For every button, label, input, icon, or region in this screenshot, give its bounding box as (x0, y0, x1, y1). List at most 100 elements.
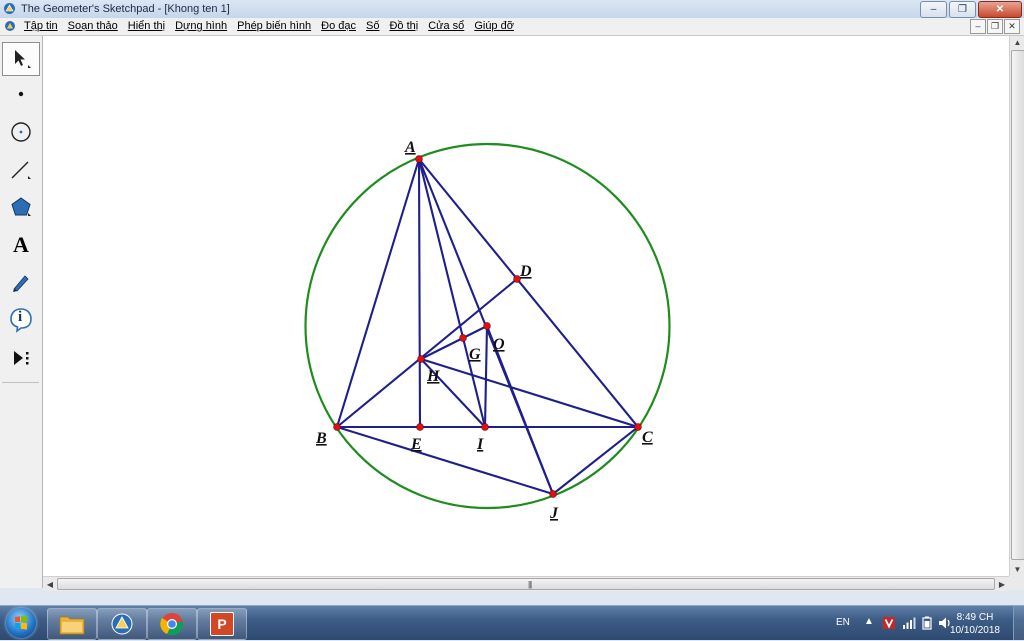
toolbox: A i (0, 36, 43, 588)
battery-icon[interactable] (920, 616, 934, 630)
scroll-grip-icon: ||| (528, 580, 532, 589)
scroll-left-icon[interactable]: ◀ (44, 578, 56, 590)
show-hidden-icons-button[interactable]: ▲ (864, 616, 874, 627)
arrow-tool[interactable] (2, 42, 40, 76)
compass-tool[interactable] (3, 116, 39, 148)
point-H[interactable] (417, 355, 425, 363)
point-J[interactable] (549, 490, 557, 498)
taskbar: P EN ▲ 8:49 CH 10/10/2018 (0, 605, 1024, 640)
segment-OI[interactable] (483, 324, 489, 429)
scroll-down-icon[interactable]: ▼ (1012, 564, 1023, 575)
window-title: The Geometer's Sketchpad - [Khong ten 1] (21, 3, 230, 15)
show-desktop-button[interactable] (1013, 606, 1024, 640)
powerpoint-icon: P (210, 612, 234, 636)
clock-time: 8:49 CH (956, 612, 994, 623)
geometry-sketch[interactable]: A B C D E G H I J O (43, 36, 1009, 576)
point-E[interactable] (416, 423, 424, 431)
taskbar-explorer[interactable] (47, 608, 97, 640)
segment-JC[interactable] (551, 425, 640, 496)
doc-minimize-button[interactable]: – (970, 19, 986, 34)
label-O[interactable]: O (493, 336, 505, 353)
menu-display[interactable]: Hiển thị (128, 20, 165, 32)
document-controls: – ❐ ✕ (970, 19, 1020, 34)
horizontal-scrollbar[interactable]: ◀ ||| ▶ (43, 576, 1009, 591)
point-icon (18, 91, 24, 97)
text-tool[interactable]: A (3, 229, 39, 261)
label-I[interactable]: I (476, 436, 484, 453)
close-button[interactable]: ✕ (978, 1, 1022, 18)
doc-close-button[interactable]: ✕ (1004, 19, 1020, 34)
language-indicator[interactable]: EN (836, 617, 850, 628)
point-C[interactable] (634, 423, 642, 431)
horizontal-scroll-thumb[interactable]: ||| (57, 578, 995, 590)
label-J[interactable]: J (549, 505, 559, 522)
scroll-corner (1009, 576, 1024, 590)
menu-window[interactable]: Cửa sổ (428, 20, 464, 32)
taskbar-chrome[interactable] (147, 608, 197, 640)
point-tool[interactable] (3, 78, 39, 110)
sketchpad-icon (111, 613, 133, 635)
windows-logo-icon (15, 615, 27, 630)
label-A[interactable]: A (404, 139, 416, 156)
segment-AB[interactable] (335, 157, 421, 429)
scroll-up-icon[interactable]: ▲ (1012, 37, 1023, 48)
restore-button[interactable]: ❐ (949, 1, 976, 18)
polygon-tool[interactable] (3, 191, 39, 223)
menu-measure[interactable]: Đo đạc (321, 20, 356, 32)
text-a-icon: A (13, 232, 29, 257)
menu-bar: Tập tin Soạn thảo Hiển thị Dựng hình Phé… (0, 18, 1024, 36)
point-I[interactable] (481, 423, 489, 431)
menu-graph[interactable]: Đồ thị (389, 20, 418, 32)
menu-construct[interactable]: Dựng hình (175, 20, 227, 32)
network-signal-icon[interactable] (902, 616, 916, 630)
system-tray: EN ▲ 8:49 CH 10/10/2018 (814, 606, 1024, 640)
point-B[interactable] (333, 423, 341, 431)
label-C[interactable]: C (642, 429, 653, 446)
segment-AE[interactable] (417, 157, 422, 429)
menu-number[interactable]: Số (366, 20, 379, 32)
sketch-canvas[interactable]: A B C D E G H I J O (43, 36, 1009, 576)
doc-restore-button[interactable]: ❐ (987, 19, 1003, 34)
point-A[interactable] (415, 155, 423, 163)
menu-help[interactable]: Giúp đỡ (474, 20, 514, 32)
antivirus-icon[interactable] (882, 616, 896, 630)
minimize-button[interactable]: – (920, 1, 947, 18)
document-icon[interactable] (4, 20, 16, 32)
point-G[interactable] (459, 334, 467, 342)
powerpoint-letter: P (217, 616, 227, 632)
marker-pen-icon (13, 275, 29, 292)
title-bar: The Geometer's Sketchpad - [Khong ten 1]… (0, 0, 1024, 19)
label-E[interactable]: E (410, 436, 422, 453)
custom-tools-icon (14, 351, 29, 365)
arrow-select-icon (15, 50, 31, 68)
start-button[interactable] (6, 608, 36, 638)
menu-transform[interactable]: Phép biến hình (237, 20, 311, 32)
label-D[interactable]: D (519, 263, 532, 280)
label-H[interactable]: H (426, 368, 440, 385)
folder-icon (59, 616, 85, 635)
information-tool[interactable]: i (3, 304, 39, 336)
menu-list: Tập tin Soạn thảo Hiển thị Dựng hình Phé… (24, 20, 514, 32)
label-G[interactable]: G (469, 346, 481, 363)
custom-tool[interactable] (3, 342, 39, 374)
marker-tool[interactable] (3, 266, 39, 298)
vertical-scroll-thumb[interactable] (1011, 50, 1024, 560)
menu-file[interactable]: Tập tin (24, 20, 58, 32)
segment-BD[interactable] (335, 277, 519, 429)
window-controls: – ❐ ✕ (920, 1, 1022, 18)
pentagon-icon (11, 197, 31, 216)
scroll-right-icon[interactable]: ▶ (996, 578, 1008, 590)
taskbar-powerpoint[interactable]: P (197, 608, 247, 640)
label-B[interactable]: B (315, 430, 327, 447)
clock-date: 10/10/2018 (949, 625, 1000, 636)
straightedge-tool[interactable] (3, 154, 39, 186)
taskbar-sketchpad[interactable] (97, 608, 147, 640)
sketchpad-app-icon (4, 3, 15, 14)
system-clock[interactable]: 8:49 CH 10/10/2018 (950, 611, 1000, 637)
point-O[interactable] (483, 322, 491, 330)
toolbox-separator (2, 382, 39, 383)
menu-edit[interactable]: Soạn thảo (68, 20, 118, 32)
vertical-scrollbar[interactable]: ▲ ▼ (1009, 36, 1024, 576)
segment-BJ[interactable] (335, 425, 555, 496)
line-icon (11, 161, 31, 179)
